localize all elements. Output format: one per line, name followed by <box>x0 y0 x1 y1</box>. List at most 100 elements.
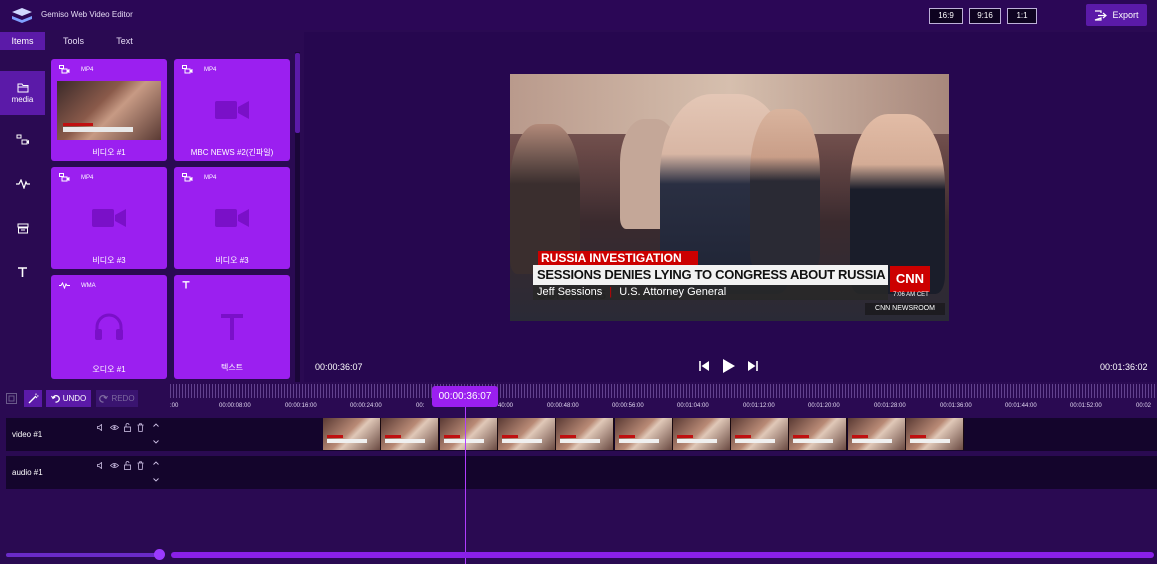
ruler-label: 00:00:24:00 <box>350 403 382 409</box>
current-time: 00:00:36:07 <box>315 362 363 372</box>
undo-button[interactable]: UNDO <box>46 390 91 407</box>
media-card-video-3b[interactable]: MP4 비디오 #3 <box>174 167 290 269</box>
clip-thumbnail[interactable] <box>789 418 848 450</box>
media-thumbnail <box>57 81 161 140</box>
trash-icon[interactable] <box>137 423 144 432</box>
skip-forward-icon[interactable] <box>747 360 759 372</box>
media-panel-scroll-thumb[interactable] <box>295 53 300 133</box>
media-name: 텍스트 <box>220 363 244 372</box>
play-icon[interactable] <box>722 358 736 374</box>
media-name: 오디오 #1 <box>92 365 126 374</box>
media-card-mbc-news[interactable]: MP4 MBC NEWS #2(긴파일) <box>174 59 290 161</box>
video-file-icon <box>59 65 70 74</box>
video-file-icon <box>182 173 193 182</box>
lock-icon[interactable] <box>124 423 131 432</box>
clip-thumbnail[interactable] <box>556 418 615 450</box>
media-name: 비디오 #3 <box>215 256 249 265</box>
ruler-label: 00: <box>416 403 425 409</box>
media-card-video-1[interactable]: MP4 비디오 #1 <box>51 59 167 161</box>
name-line: Jeff Sessions | U.S. Attorney General <box>533 285 888 300</box>
clip-thumbnail[interactable] <box>672 418 731 450</box>
text-t-icon <box>182 281 190 289</box>
text-large-t-icon <box>174 313 290 341</box>
eye-icon[interactable] <box>110 462 119 469</box>
volume-icon[interactable] <box>97 424 105 431</box>
clip-thumbnail[interactable] <box>439 418 498 450</box>
ratio-16-9-button[interactable]: 16:9 <box>929 8 963 24</box>
clip-thumbnail[interactable] <box>381 418 440 450</box>
timeline-horizontal-scrollbar[interactable] <box>171 552 1154 558</box>
clip-thumbnail[interactable] <box>847 418 906 450</box>
ruler-label: 00:00:16:00 <box>285 403 317 409</box>
clip-thumbnail[interactable] <box>614 418 673 450</box>
zoom-slider-knob[interactable] <box>154 549 165 560</box>
app-header: Gemiso Web Video Editor 16:9 9:16 1:1 Ex… <box>0 0 1157 30</box>
video-camera-icon <box>174 99 290 121</box>
side-nav: media <box>0 60 46 380</box>
media-type: MP4 <box>204 175 217 181</box>
eye-icon[interactable] <box>110 424 119 431</box>
folder-icon <box>17 83 28 92</box>
chevron-up-icon[interactable] <box>153 461 159 465</box>
media-type: MP4 <box>81 175 94 181</box>
clip-thumbnail[interactable] <box>323 418 381 450</box>
tab-tools[interactable]: Tools <box>51 32 96 50</box>
trash-icon[interactable] <box>137 461 144 470</box>
magic-tool-button[interactable] <box>24 390 42 407</box>
lock-icon[interactable] <box>124 461 131 470</box>
tab-text[interactable]: Text <box>102 32 147 50</box>
video-camera-icon <box>174 207 290 229</box>
magic-wand-icon <box>28 393 38 404</box>
clip-thumbnail[interactable] <box>906 418 964 450</box>
export-button[interactable]: Export <box>1086 4 1147 26</box>
zoom-slider[interactable] <box>6 553 160 557</box>
ratio-1-1-button[interactable]: 1:1 <box>1007 8 1037 24</box>
nav-transitions[interactable] <box>0 118 45 162</box>
headline-main: SESSIONS DENIES LYING TO CONGRESS ABOUT … <box>533 265 888 302</box>
nav-archive[interactable] <box>0 206 45 250</box>
ruler-label: 00:01:12:00 <box>743 403 775 409</box>
chevron-down-icon[interactable] <box>153 440 159 444</box>
video-file-icon <box>182 65 193 74</box>
export-icon <box>1095 9 1108 21</box>
chevron-down-icon[interactable] <box>153 478 159 482</box>
video-preview-frame[interactable]: RUSSIA INVESTIGATION SESSIONS DENIES LYI… <box>510 74 949 321</box>
network-time: 7:06 AM CET <box>893 292 929 298</box>
media-type: WMA <box>81 283 96 289</box>
text-t-icon <box>18 266 27 277</box>
track-audio-1[interactable] <box>6 456 1157 489</box>
tab-items[interactable]: Items <box>0 32 45 50</box>
media-card-video-3a[interactable]: MP4 비디오 #3 <box>51 167 167 269</box>
clip-thumbnail[interactable] <box>731 418 790 450</box>
volume-icon[interactable] <box>97 462 105 469</box>
playhead-time[interactable]: 00:00:36:07 <box>432 386 498 407</box>
nav-text[interactable] <box>0 250 45 294</box>
waveform-icon <box>15 179 30 189</box>
skip-back-icon[interactable] <box>698 360 710 372</box>
nav-audio[interactable] <box>0 162 45 206</box>
media-card-text[interactable]: 텍스트 <box>174 275 290 379</box>
chevron-up-icon[interactable] <box>153 423 159 427</box>
clip-thumbnail[interactable] <box>497 418 556 450</box>
app-logo-icon <box>12 8 32 23</box>
timeline-ruler[interactable] <box>170 384 1157 398</box>
ruler-label: 00:01:52:00 <box>1070 403 1102 409</box>
ruler-label: :00 <box>170 403 179 409</box>
archive-icon <box>17 223 28 233</box>
media-type: MP4 <box>81 67 94 73</box>
redo-label: REDO <box>111 394 135 403</box>
waveform-icon <box>59 282 70 289</box>
media-card-audio-1[interactable]: WMA 오디오 #1 <box>51 275 167 379</box>
playhead-line[interactable] <box>465 407 466 564</box>
nav-media[interactable]: media <box>0 71 45 115</box>
cnn-logo: CNN <box>890 266 930 292</box>
ratio-9-16-button[interactable]: 9:16 <box>969 8 1001 24</box>
headline-top: RUSSIA INVESTIGATION <box>538 251 698 265</box>
video-file-icon <box>59 173 70 182</box>
media-type: MP4 <box>204 67 217 73</box>
ruler-label: 00:01:04:00 <box>677 403 709 409</box>
redo-button[interactable]: REDO <box>96 390 138 407</box>
total-time: 00:01:36:02 <box>1100 362 1148 372</box>
copy-icon[interactable] <box>6 393 17 404</box>
nav-media-label: media <box>11 94 34 104</box>
